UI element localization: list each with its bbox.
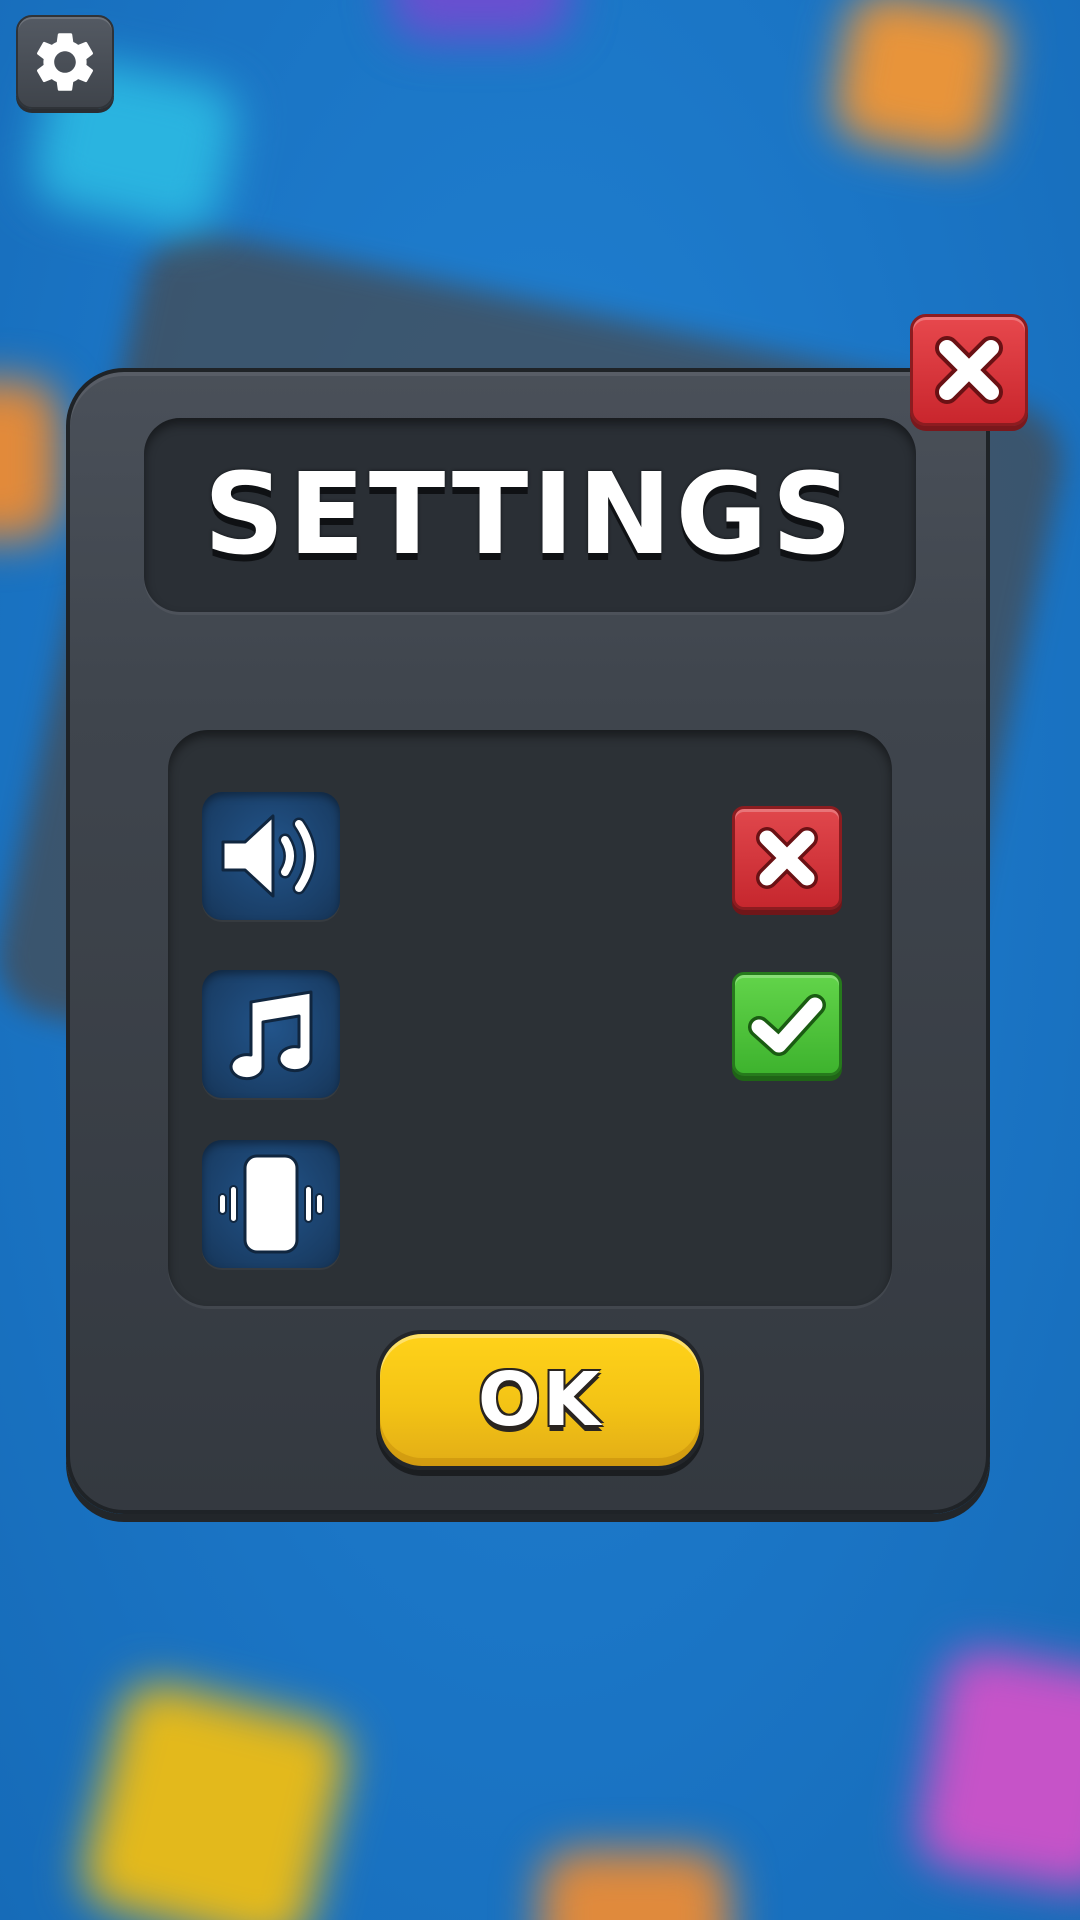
cross-icon (756, 827, 818, 889)
background-blur-shape (390, 0, 570, 40)
gear-icon (36, 33, 94, 91)
background-blur-shape (75, 1675, 355, 1920)
close-button[interactable] (910, 314, 1028, 426)
music-toggle[interactable] (732, 972, 842, 1076)
speaker-icon (221, 814, 317, 898)
title-banner: SETTINGS (144, 418, 916, 612)
sound-toggle[interactable] (732, 806, 842, 910)
background-blur-shape (828, 0, 1012, 163)
ok-button[interactable]: OK (376, 1330, 704, 1470)
close-icon (935, 336, 1003, 404)
settings-button[interactable] (16, 15, 114, 109)
music-option-icon (202, 970, 340, 1098)
music-note-icon (229, 990, 313, 1081)
background-blur-shape (0, 380, 60, 540)
vibration-option-icon (202, 1140, 340, 1268)
sound-option-icon (202, 792, 340, 920)
options-list (168, 730, 892, 1306)
ok-button-label: OK (477, 1357, 603, 1443)
settings-dialog: SETTINGS OK (66, 368, 990, 1514)
dialog-title: SETTINGS (203, 450, 857, 580)
phone-vibrate-icon (218, 1154, 324, 1254)
background-blur-shape (912, 1644, 1080, 1896)
checkmark-icon (748, 994, 826, 1056)
background-blur-shape (540, 1850, 730, 1920)
